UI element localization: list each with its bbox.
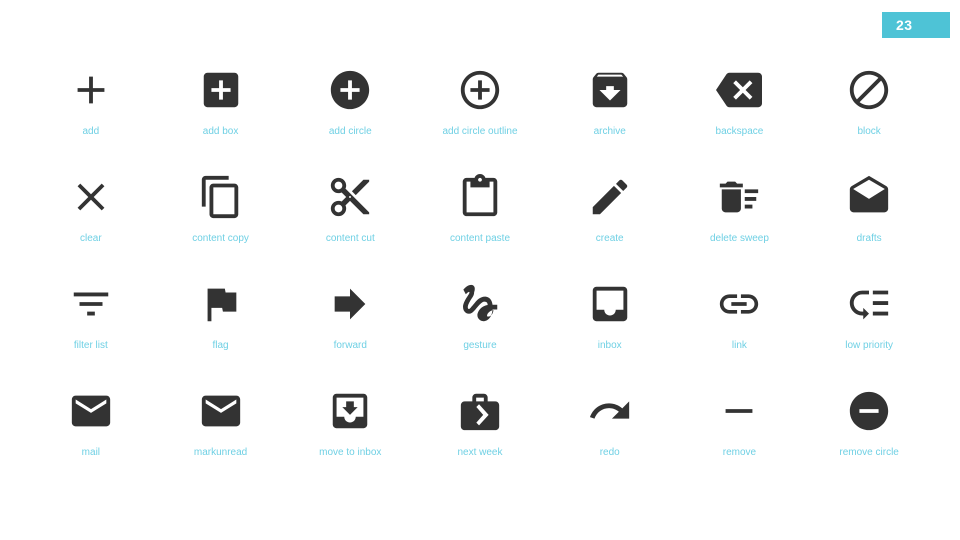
remove-icon[interactable] xyxy=(707,379,771,443)
clear-icon[interactable] xyxy=(59,165,123,229)
icon-cell-link[interactable]: link xyxy=(675,272,805,379)
icon-label: redo xyxy=(599,447,620,458)
icon-cell-move-to-inbox[interactable]: move to inbox xyxy=(285,379,415,486)
icon-cell-add-box[interactable]: add box xyxy=(156,58,286,165)
next-week-icon[interactable] xyxy=(448,379,512,443)
icon-cell-forward[interactable]: forward xyxy=(285,272,415,379)
link-icon[interactable] xyxy=(707,272,771,336)
icon-cell-backspace[interactable]: backspace xyxy=(675,58,805,165)
icon-cell-mail[interactable]: mail xyxy=(26,379,156,486)
low-priority-icon[interactable] xyxy=(837,272,901,336)
add-icon[interactable] xyxy=(59,58,123,122)
icon-label: delete sweep xyxy=(709,233,769,244)
badge-value: 23 xyxy=(896,17,913,33)
icon-sheet-page: 23 add add box add circle add circle outlin… xyxy=(0,0,960,540)
icon-label: add xyxy=(82,126,100,137)
icon-label: remove circle xyxy=(839,447,899,458)
icon-cell-next-week[interactable]: next week xyxy=(415,379,545,486)
icon-label: add circle xyxy=(328,126,372,137)
icon-cell-clear[interactable]: clear xyxy=(26,165,156,272)
icon-cell-delete-sweep[interactable]: delete sweep xyxy=(675,165,805,272)
icon-label: create xyxy=(595,233,624,244)
content-paste-icon[interactable] xyxy=(448,165,512,229)
icon-cell-gesture[interactable]: gesture xyxy=(415,272,545,379)
icon-cell-redo[interactable]: redo xyxy=(545,379,675,486)
icon-cell-remove-circle[interactable]: remove circle xyxy=(804,379,934,486)
content-cut-icon[interactable] xyxy=(318,165,382,229)
block-icon[interactable] xyxy=(837,58,901,122)
status-badge: 23 xyxy=(882,12,950,38)
icon-label: gesture xyxy=(463,340,497,351)
icon-cell-archive[interactable]: archive xyxy=(545,58,675,165)
add-circle-icon[interactable] xyxy=(318,58,382,122)
archive-icon[interactable] xyxy=(578,58,642,122)
create-icon[interactable] xyxy=(578,165,642,229)
icon-cell-drafts[interactable]: drafts xyxy=(804,165,934,272)
icon-label: link xyxy=(731,340,747,351)
icon-label: archive xyxy=(593,126,626,137)
delete-sweep-icon[interactable] xyxy=(707,165,771,229)
icon-label: next week xyxy=(457,447,503,458)
backspace-icon[interactable] xyxy=(707,58,771,122)
icon-cell-markunread[interactable]: markunread xyxy=(156,379,286,486)
icon-label: forward xyxy=(333,340,367,351)
icon-cell-flag[interactable]: flag xyxy=(156,272,286,379)
icon-label: block xyxy=(857,126,881,137)
icon-label: clear xyxy=(80,233,102,244)
icon-label: filter list xyxy=(73,340,108,351)
icon-label: add box xyxy=(202,126,239,137)
icon-cell-add-circle[interactable]: add circle xyxy=(285,58,415,165)
icon-label: mail xyxy=(81,447,101,458)
icon-cell-add[interactable]: add xyxy=(26,58,156,165)
icon-label: move to inbox xyxy=(319,447,382,458)
icon-cell-content-copy[interactable]: content copy xyxy=(156,165,286,272)
redo-icon[interactable] xyxy=(578,379,642,443)
icon-label: add circle outline xyxy=(442,126,518,137)
icon-cell-low-priority[interactable]: low priority xyxy=(804,272,934,379)
icon-label: low priority xyxy=(845,340,894,351)
gesture-icon[interactable] xyxy=(448,272,512,336)
icon-label: remove xyxy=(722,447,757,458)
icon-label: content cut xyxy=(325,233,375,244)
icon-label: drafts xyxy=(856,233,882,244)
icon-cell-filter-list[interactable]: filter list xyxy=(26,272,156,379)
icon-cell-remove[interactable]: remove xyxy=(675,379,805,486)
filter-list-icon[interactable] xyxy=(59,272,123,336)
markunread-icon[interactable] xyxy=(189,379,253,443)
icon-label: markunread xyxy=(193,447,248,458)
flag-icon[interactable] xyxy=(189,272,253,336)
add-box-icon[interactable] xyxy=(189,58,253,122)
icon-label: flag xyxy=(212,340,229,351)
drafts-icon[interactable] xyxy=(837,165,901,229)
icon-cell-create[interactable]: create xyxy=(545,165,675,272)
icon-label: content paste xyxy=(449,233,511,244)
icon-cell-add-circle-outline[interactable]: add circle outline xyxy=(415,58,545,165)
icon-cell-inbox[interactable]: inbox xyxy=(545,272,675,379)
add-circle-outline-icon[interactable] xyxy=(448,58,512,122)
forward-icon[interactable] xyxy=(318,272,382,336)
remove-circle-icon[interactable] xyxy=(837,379,901,443)
icon-label: inbox xyxy=(597,340,622,351)
icon-label: backspace xyxy=(715,126,764,137)
icon-cell-block[interactable]: block xyxy=(804,58,934,165)
inbox-icon[interactable] xyxy=(578,272,642,336)
icon-cell-content-paste[interactable]: content paste xyxy=(415,165,545,272)
move-to-inbox-icon[interactable] xyxy=(318,379,382,443)
icon-grid: add add box add circle add circle outline ar… xyxy=(26,58,934,486)
icon-label: content copy xyxy=(192,233,249,244)
icon-cell-content-cut[interactable]: content cut xyxy=(285,165,415,272)
content-copy-icon[interactable] xyxy=(189,165,253,229)
mail-icon[interactable] xyxy=(59,379,123,443)
